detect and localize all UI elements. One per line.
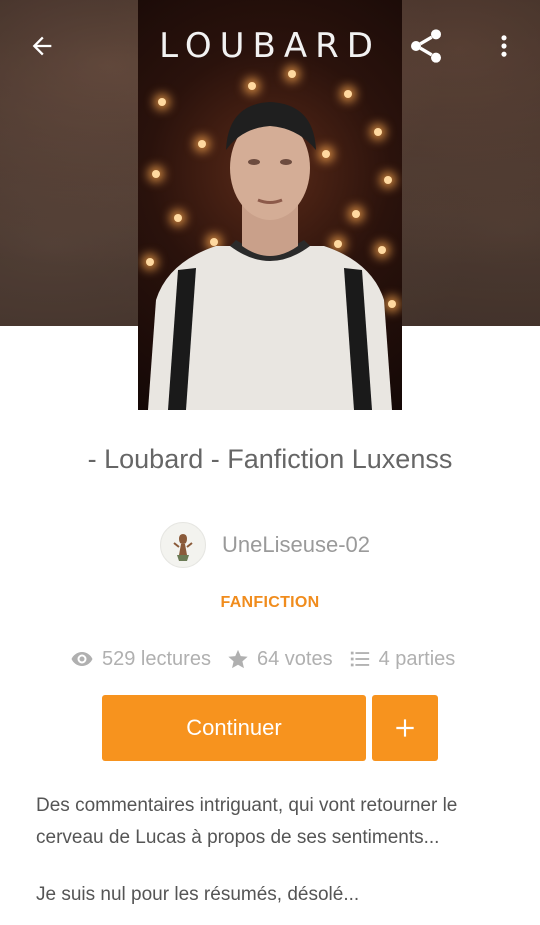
eye-icon <box>71 652 93 666</box>
story-stats: 529 lectures 64 votes 4 parties <box>70 645 471 673</box>
continue-reading-button[interactable]: Continuer <box>102 695 366 761</box>
add-to-library-button[interactable] <box>372 695 438 761</box>
story-title: - Loubard - Fanfiction Luxenss <box>87 444 453 474</box>
author-row[interactable]: UneLiseuse-02 <box>160 522 370 568</box>
votes-count: 64 votes <box>256 647 333 670</box>
star-icon <box>228 649 248 669</box>
cover-title: LOUBARD <box>159 26 381 66</box>
reads-count: 529 lectures <box>102 647 211 670</box>
list-icon <box>350 651 369 667</box>
plus-icon <box>396 719 414 737</box>
back-button[interactable] <box>20 24 64 68</box>
category-tag[interactable]: FANFICTION <box>0 594 540 612</box>
description-paragraph: Je suis nul pour les résumés, désolé... <box>36 884 360 905</box>
story-cover-image[interactable]: LOUBARD <box>138 0 402 410</box>
parts-count: 4 parties <box>378 647 456 670</box>
arrow-left-icon <box>32 36 52 56</box>
share-icon <box>411 29 441 63</box>
groot-avatar-icon <box>173 534 193 561</box>
share-button[interactable] <box>404 24 448 68</box>
reads-stat: 529 lectures <box>70 647 211 671</box>
overflow-menu-button[interactable] <box>482 24 526 68</box>
author-avatar[interactable] <box>160 522 206 568</box>
parts-stat: 4 parties <box>349 647 456 671</box>
votes-stat: 64 votes <box>227 648 333 671</box>
author-name[interactable]: UneLiseuse-02 <box>222 532 370 558</box>
description-paragraph: Des commentaires intriguant, qui vont re… <box>36 795 458 848</box>
more-vertical-icon <box>501 35 507 57</box>
